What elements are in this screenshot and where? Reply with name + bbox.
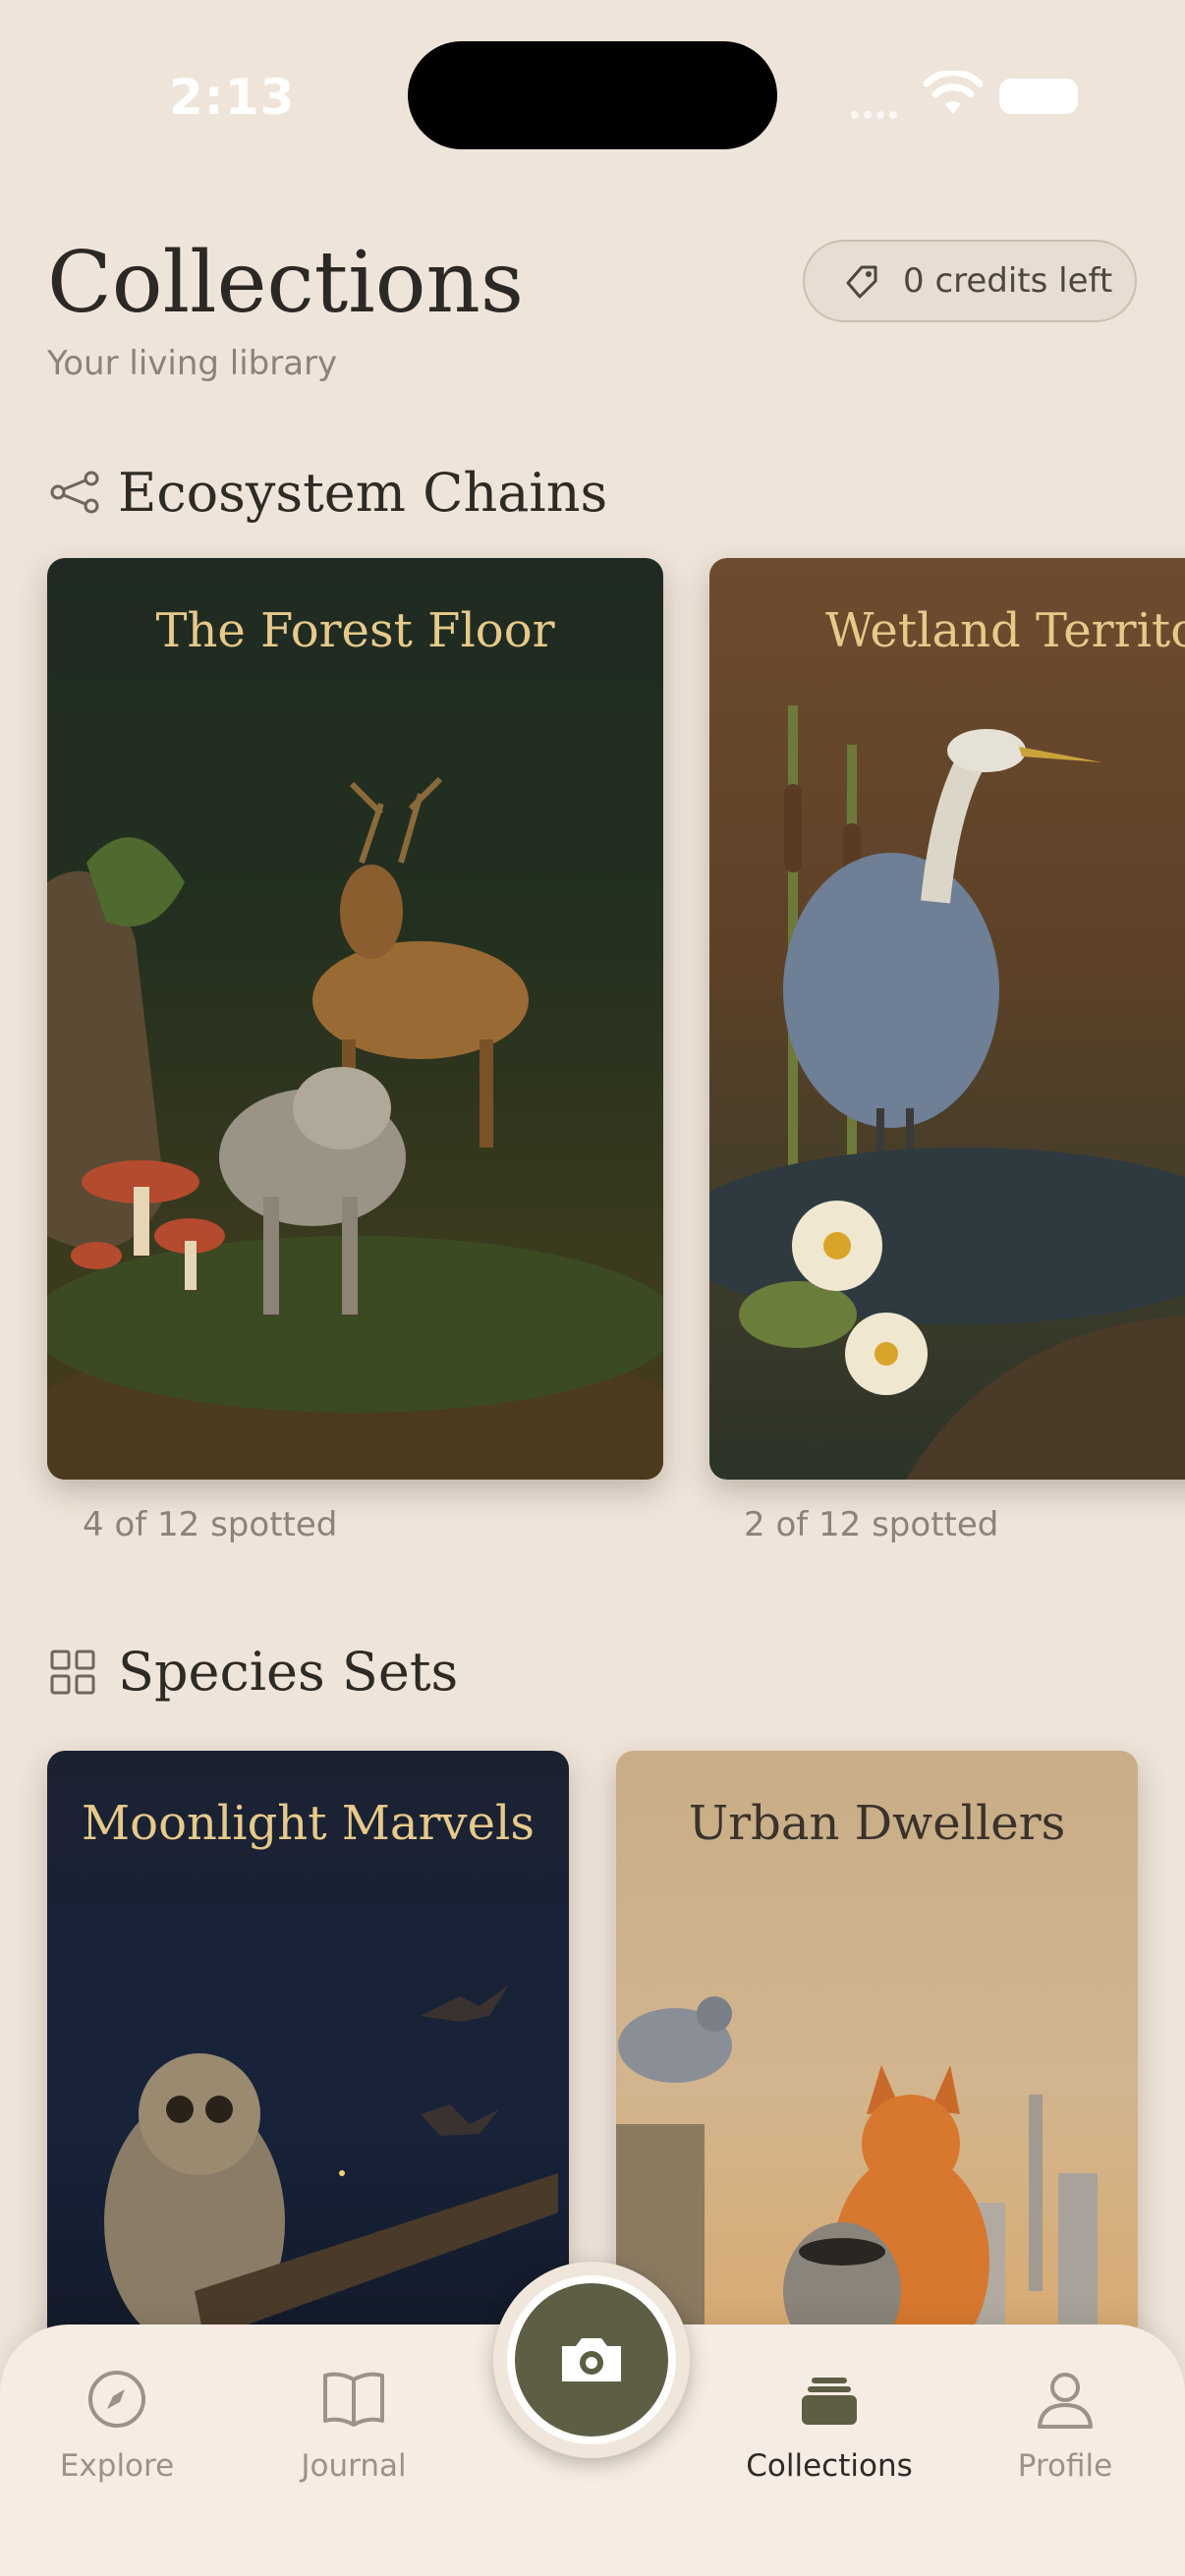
tab-label: Profile (1017, 2448, 1113, 2484)
page-title: Collections (47, 234, 525, 332)
grid-icon (50, 1650, 95, 1695)
dynamic-island (408, 41, 777, 149)
spotted-count: 4 of 12 spotted (83, 1505, 338, 1544)
wifi-icon (924, 71, 983, 114)
battery-icon (999, 79, 1078, 114)
tab-label: Explore (59, 2448, 175, 2484)
spotted-count: 2 of 12 spotted (744, 1505, 999, 1544)
moonlight-illustration (64, 1985, 558, 2350)
forest-illustration (47, 776, 663, 1480)
person-icon (1038, 2373, 1093, 2429)
stack-icon (802, 2378, 857, 2425)
camera-icon (562, 2338, 621, 2381)
camera-button[interactable] (507, 2275, 676, 2444)
card-title: Wetland Territory (825, 603, 1185, 658)
card-title: The Forest Floor (155, 603, 555, 658)
section-title-species: Species Sets (118, 1641, 459, 1703)
collection-card-forest-floor[interactable]: The Forest Floor (47, 558, 663, 1480)
collection-card-urban[interactable]: Urban Dwellers (616, 1751, 1138, 2360)
tab-journal[interactable]: Journal (255, 2368, 452, 2484)
credits-badge[interactable]: 0 credits left (803, 240, 1137, 322)
compass-icon (88, 2371, 145, 2428)
card-title: Urban Dwellers (688, 1796, 1066, 1851)
wetland-illustration (709, 705, 1185, 1480)
status-time: 2:13 (169, 69, 296, 126)
collection-card-wetland[interactable]: Wetland Territory (709, 558, 1185, 1480)
collection-card-moonlight[interactable]: Moonlight Marvels (47, 1751, 569, 2360)
section-title-ecosystem: Ecosystem Chains (118, 462, 608, 524)
tag-icon (846, 265, 877, 299)
tab-label: Collections (746, 2448, 913, 2484)
tab-collections[interactable]: Collections (731, 2368, 928, 2484)
card-title: Moonlight Marvels (82, 1796, 535, 1851)
share-nodes-icon (50, 471, 99, 514)
tab-explore[interactable]: Explore (19, 2368, 215, 2484)
tab-label: Journal (301, 2448, 407, 2484)
credits-label: 0 credits left (903, 261, 1113, 301)
page-subtitle: Your living library (47, 344, 338, 383)
urban-illustration (616, 1996, 1098, 2360)
book-icon (323, 2372, 384, 2427)
cellular-signal-icon (851, 104, 902, 123)
tab-profile[interactable]: Profile (967, 2368, 1163, 2484)
